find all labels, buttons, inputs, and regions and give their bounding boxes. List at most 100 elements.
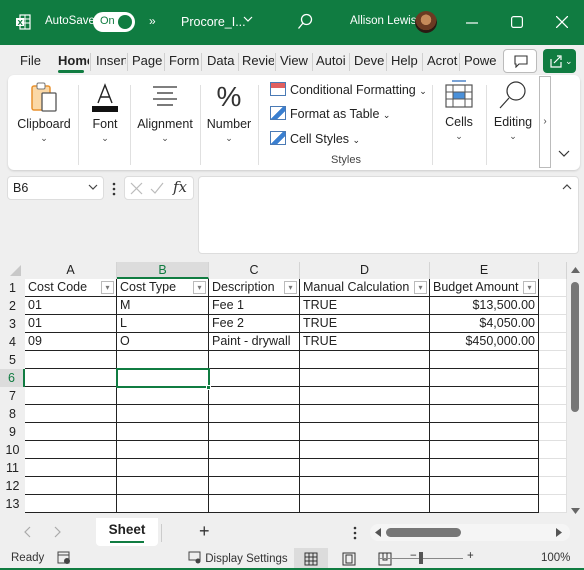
scroll-right-icon[interactable] <box>556 528 562 537</box>
table-cell[interactable]: $4,050.00 <box>430 315 539 333</box>
maximize-icon[interactable] <box>511 16 523 28</box>
table-cell[interactable]: TRUE <box>300 333 430 351</box>
scroll-left-icon[interactable] <box>375 528 381 537</box>
alignment-button[interactable]: Alignment ⌄ <box>132 81 198 144</box>
normal-view-button[interactable] <box>294 548 328 570</box>
row-header[interactable]: 7 <box>0 387 25 405</box>
table-cell[interactable]: TRUE <box>300 297 430 315</box>
zoom-in-button[interactable]: + <box>467 550 474 562</box>
table-cell[interactable]: 09 <box>25 333 117 351</box>
collapse-ribbon-icon[interactable] <box>558 150 570 158</box>
cell[interactable] <box>539 441 567 459</box>
clipboard-button[interactable]: Clipboard ⌄ <box>12 81 76 144</box>
zoom-slider-thumb[interactable] <box>419 552 423 564</box>
tab-power[interactable]: Powe <box>464 53 497 68</box>
cancel-icon[interactable] <box>130 182 143 195</box>
select-all-button[interactable] <box>0 262 25 279</box>
table-cell[interactable] <box>117 369 209 387</box>
cell[interactable] <box>539 369 567 387</box>
table-cell[interactable] <box>209 351 300 369</box>
table-cell[interactable]: Fee 2 <box>209 315 300 333</box>
table-header-cell[interactable]: Cost Code ▾ <box>25 279 117 297</box>
row-header[interactable]: 9 <box>0 423 25 441</box>
page-break-preview-icon[interactable] <box>378 552 392 566</box>
table-cell[interactable]: TRUE <box>300 315 430 333</box>
insert-function-icon[interactable]: fx <box>173 178 187 196</box>
table-cell[interactable]: L <box>117 315 209 333</box>
accessibility-icon[interactable] <box>57 551 71 565</box>
table-cell[interactable] <box>430 495 539 513</box>
number-button[interactable]: % Number ⌄ <box>202 81 256 144</box>
table-cell[interactable] <box>117 423 209 441</box>
column-header-f[interactable] <box>539 262 567 279</box>
cell[interactable] <box>539 333 567 351</box>
table-cell[interactable]: $450,000.00 <box>430 333 539 351</box>
table-cell[interactable] <box>209 423 300 441</box>
table-cell[interactable] <box>25 405 117 423</box>
tab-insert[interactable]: Insert <box>96 53 126 68</box>
table-cell[interactable] <box>300 369 430 387</box>
table-cell[interactable] <box>25 387 117 405</box>
more-options-icon[interactable] <box>112 182 116 196</box>
row-header[interactable]: 8 <box>0 405 25 423</box>
scroll-up-icon[interactable] <box>571 267 580 273</box>
table-cell[interactable] <box>430 459 539 477</box>
vertical-scrollbar[interactable] <box>568 262 582 518</box>
avatar[interactable] <box>415 11 437 33</box>
filter-dropdown-icon[interactable]: ▾ <box>193 281 206 294</box>
table-cell[interactable] <box>209 405 300 423</box>
cell[interactable] <box>539 405 567 423</box>
table-cell[interactable] <box>430 405 539 423</box>
table-header-cell[interactable]: Manual Calculation ▾ <box>300 279 430 297</box>
table-cell[interactable] <box>300 387 430 405</box>
table-cell[interactable] <box>117 387 209 405</box>
cells-button[interactable]: Cells ⌄ <box>434 79 484 142</box>
table-cell[interactable] <box>430 477 539 495</box>
table-cell[interactable]: O <box>117 333 209 351</box>
table-cell[interactable] <box>25 423 117 441</box>
sheet-tab[interactable]: Sheet <box>96 518 158 546</box>
minimize-icon[interactable] <box>466 22 478 24</box>
table-cell[interactable] <box>209 495 300 513</box>
share-button[interactable]: ⌄ <box>543 49 576 73</box>
table-cell[interactable]: Fee 1 <box>209 297 300 315</box>
cell[interactable] <box>539 279 567 297</box>
vertical-scroll-thumb[interactable] <box>571 282 579 412</box>
table-header-cell[interactable]: Budget Amount ▾ <box>430 279 539 297</box>
more-options-icon[interactable] <box>353 526 357 540</box>
table-cell[interactable]: 01 <box>25 297 117 315</box>
row-header[interactable]: 1 <box>0 279 25 297</box>
comments-button[interactable] <box>503 49 537 73</box>
table-header-cell[interactable]: Description ▾ <box>209 279 300 297</box>
table-cell[interactable] <box>430 441 539 459</box>
table-cell[interactable] <box>25 477 117 495</box>
table-cell[interactable] <box>430 387 539 405</box>
cell[interactable] <box>539 351 567 369</box>
scroll-down-icon[interactable] <box>571 508 580 514</box>
table-cell[interactable] <box>25 351 117 369</box>
tab-review[interactable]: Revie <box>242 53 274 68</box>
table-cell[interactable] <box>430 369 539 387</box>
zoom-level[interactable]: 100% <box>541 552 570 564</box>
name-box[interactable]: B6 <box>7 176 104 200</box>
table-cell[interactable] <box>430 423 539 441</box>
format-as-table-button[interactable]: Format as Table ⌄ <box>270 106 390 121</box>
enter-check-icon[interactable] <box>150 182 164 195</box>
filename-button[interactable]: Procore_I... <box>181 15 246 29</box>
add-sheet-button[interactable]: + <box>199 521 210 542</box>
row-header[interactable]: 11 <box>0 459 25 477</box>
table-cell[interactable] <box>300 477 430 495</box>
cell[interactable] <box>539 495 567 513</box>
horizontal-scroll-thumb[interactable] <box>386 528 461 537</box>
table-cell[interactable]: 01 <box>25 315 117 333</box>
more-commands-button[interactable]: » <box>149 14 156 28</box>
cell[interactable] <box>539 315 567 333</box>
tab-acrobat[interactable]: Acrot <box>427 53 458 68</box>
table-cell[interactable] <box>117 477 209 495</box>
column-header-c[interactable]: C <box>209 262 300 279</box>
row-header-selected[interactable]: 6 <box>0 369 25 387</box>
page-layout-view-icon[interactable] <box>342 552 356 566</box>
table-cell[interactable] <box>209 387 300 405</box>
row-header[interactable]: 2 <box>0 297 25 315</box>
table-cell[interactable] <box>430 351 539 369</box>
